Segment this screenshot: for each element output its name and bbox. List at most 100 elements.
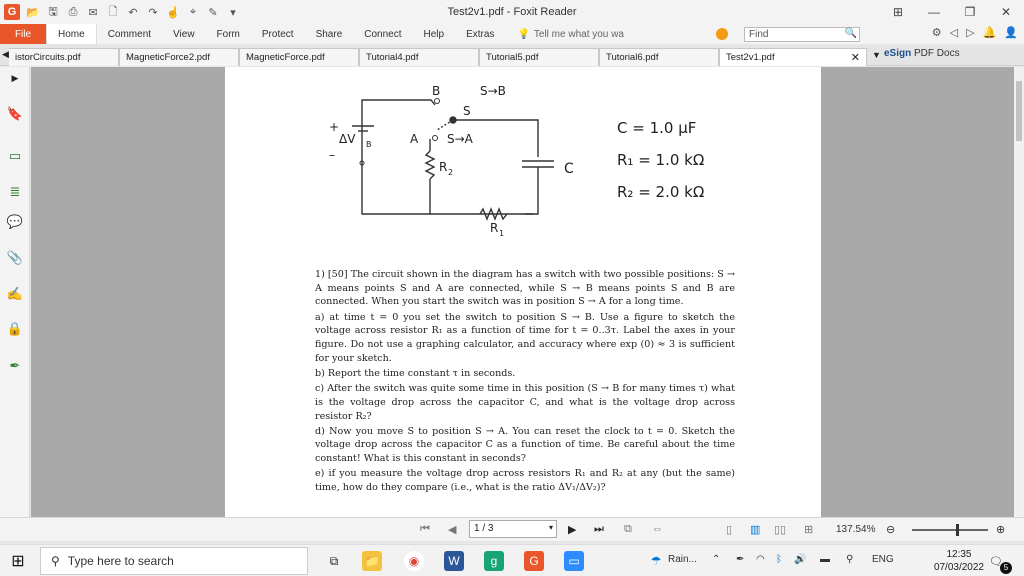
zoom-app-icon[interactable]: ▭ xyxy=(564,551,584,571)
scrollbar-thumb[interactable] xyxy=(1016,81,1022,141)
menu-view[interactable]: View xyxy=(162,24,206,44)
open-icon[interactable]: 📂 xyxy=(26,5,40,19)
foxit-taskbar-icon[interactable]: G xyxy=(524,551,544,571)
foxit-logo-icon[interactable]: G xyxy=(4,4,20,20)
windows-start-icon[interactable]: ⊞ xyxy=(8,551,28,571)
previous-page-icon[interactable]: ◀ xyxy=(448,523,456,536)
vertical-scrollbar[interactable] xyxy=(1014,67,1024,517)
close-tab-icon[interactable]: ✕ xyxy=(851,51,860,64)
menu-protect[interactable]: Protect xyxy=(251,24,305,44)
pen-tool-icon[interactable]: ✒ xyxy=(6,357,24,375)
weather-text[interactable]: Rain... xyxy=(668,554,697,565)
user-icon[interactable]: 👤 xyxy=(1004,26,1018,39)
back-icon[interactable]: ◁ xyxy=(950,26,958,39)
bluetooth-icon[interactable]: ᛒ xyxy=(776,554,782,565)
tab-scroll-left-icon[interactable]: ◀ xyxy=(2,49,9,60)
app-green-icon[interactable]: g xyxy=(484,551,504,571)
file-menu[interactable]: File xyxy=(0,24,46,44)
document-viewport[interactable]: B S→B S A S→A + – ΔV B R 2 C R 1 C = 1.0… xyxy=(31,67,1014,517)
volume-icon[interactable]: 🔊 xyxy=(794,554,806,565)
layers-icon[interactable]: ≣ xyxy=(6,183,24,201)
continuous-facing-icon[interactable]: ⊞ xyxy=(804,523,813,536)
esign-banner[interactable]: eSign PDF Docs xyxy=(884,48,960,59)
chrome-icon[interactable]: ◉ xyxy=(404,551,424,571)
first-page-icon[interactable]: ⏮ xyxy=(420,523,430,536)
email-icon[interactable]: ✉ xyxy=(86,5,100,19)
redo-icon[interactable]: ↷ xyxy=(146,5,160,19)
fit-width-icon[interactable]: ⇔ xyxy=(652,523,663,535)
ribbon-layout-icon[interactable]: ⊞ xyxy=(880,0,916,24)
highlight-icon[interactable]: ✎ xyxy=(206,5,220,19)
page-thumbnails-icon[interactable]: ▭ xyxy=(6,147,24,165)
chevron-down-icon[interactable]: ▾ xyxy=(549,523,553,532)
clock[interactable]: 12:35 07/03/2022 xyxy=(934,548,984,574)
page-number-input[interactable]: 1 / 3 ▾ xyxy=(469,520,557,538)
notification-dot-icon[interactable] xyxy=(716,28,728,40)
security-lock-icon[interactable]: 🔒 xyxy=(6,320,24,338)
menu-comment[interactable]: Comment xyxy=(97,24,162,44)
tab-tutorial6[interactable]: Tutorial6.pdf xyxy=(599,48,719,66)
comments-icon[interactable]: 💬 xyxy=(6,213,24,231)
hand-tool-icon[interactable]: ☝ xyxy=(166,5,180,19)
zoom-slider[interactable] xyxy=(912,524,988,536)
label-delta-v: ΔV xyxy=(339,132,356,146)
show-hidden-icons-icon[interactable]: ⌃ xyxy=(712,554,720,565)
tab-tutorial4[interactable]: Tutorial4.pdf xyxy=(359,48,479,66)
word-icon[interactable]: W xyxy=(444,551,464,571)
single-page-view-icon[interactable]: ▯ xyxy=(726,523,732,536)
zoom-in-icon[interactable]: ⊕ xyxy=(996,523,1005,536)
next-page-icon[interactable]: ▶ xyxy=(568,523,576,536)
maximize-button[interactable]: ❐ xyxy=(952,0,988,24)
signatures-icon[interactable]: ✍ xyxy=(6,285,24,303)
tab-resistor-circuits[interactable]: istorCircuits.pdf xyxy=(9,48,119,66)
task-view-icon[interactable]: ⧉ xyxy=(324,551,344,571)
continuous-view-icon[interactable]: ▥ xyxy=(750,523,760,536)
pen-menu-icon[interactable]: ✒ xyxy=(736,554,744,565)
print-icon[interactable]: ⎙ xyxy=(66,5,80,19)
menu-connect[interactable]: Connect xyxy=(353,24,412,44)
taskbar-search-input[interactable]: ⚲ Type here to search xyxy=(40,547,308,575)
search-icon[interactable]: 🔍 xyxy=(845,28,857,39)
menu-extras[interactable]: Extras xyxy=(455,24,505,44)
minimize-button[interactable]: — xyxy=(916,0,952,24)
menu-form[interactable]: Form xyxy=(206,24,251,44)
bell-icon[interactable]: 🔔 xyxy=(983,26,997,39)
menu-home[interactable]: Home xyxy=(46,24,97,44)
settings-icon[interactable]: ⚙ xyxy=(932,26,942,39)
label-s-to-b: S→B xyxy=(480,84,506,98)
network-icon[interactable]: ⚲ xyxy=(846,554,853,565)
menu-help[interactable]: Help xyxy=(413,24,456,44)
facing-view-icon[interactable]: ▯▯ xyxy=(774,523,786,536)
bookmark-icon[interactable]: 🔖 xyxy=(6,105,24,123)
zoom-out-icon[interactable]: ⊖ xyxy=(886,523,895,536)
tab-magnetic-force[interactable]: MagneticForce.pdf xyxy=(239,48,359,66)
fit-page-icon[interactable]: ⧉ xyxy=(624,523,632,536)
wire-top-left xyxy=(361,99,436,166)
tell-me-box[interactable]: 💡 Tell me what you wа xyxy=(517,29,624,40)
battery-icon[interactable]: ▬ xyxy=(820,554,830,565)
tab-tutorial5[interactable]: Tutorial5.pdf xyxy=(479,48,599,66)
file-explorer-icon[interactable]: 📁 xyxy=(362,551,382,571)
tab-magnetic-force-2[interactable]: MagneticForce2.pdf xyxy=(119,48,239,66)
last-page-icon[interactable]: ⏭ xyxy=(594,523,604,536)
label-r1-sub: 1 xyxy=(499,229,504,238)
label-r2: R xyxy=(439,160,447,174)
undo-icon[interactable]: ↶ xyxy=(126,5,140,19)
menu-share[interactable]: Share xyxy=(305,24,354,44)
zoom-level[interactable]: 137.54% xyxy=(836,524,875,535)
attachments-icon[interactable]: 📎 xyxy=(6,249,24,267)
select-tool-icon[interactable]: ⌖ xyxy=(186,5,200,19)
close-button[interactable]: ✕ xyxy=(988,0,1024,24)
customize-qat-icon[interactable]: ▾ xyxy=(226,5,240,19)
title-bar: G 📂 🖫 ⎙ ✉ 🗋 ↶ ↷ ☝ ⌖ ✎ ▾ Test2v1.pdf - Fo… xyxy=(0,0,1024,24)
new-icon[interactable]: 🗋 xyxy=(106,5,120,19)
forward-icon[interactable]: ▷ xyxy=(966,26,974,39)
wifi-icon[interactable]: ◠ xyxy=(756,554,765,565)
find-input[interactable]: Find 🔍 xyxy=(744,27,860,42)
tab-list-dropdown-icon[interactable]: ▼ xyxy=(872,50,881,60)
zoom-slider-knob[interactable] xyxy=(956,524,959,536)
expand-pane-icon[interactable]: ▶ xyxy=(6,69,24,87)
language-indicator[interactable]: ENG xyxy=(872,554,894,565)
tab-test2v1[interactable]: Test2v1.pdf ✕ xyxy=(719,48,867,66)
save-icon[interactable]: 🖫 xyxy=(46,5,60,19)
